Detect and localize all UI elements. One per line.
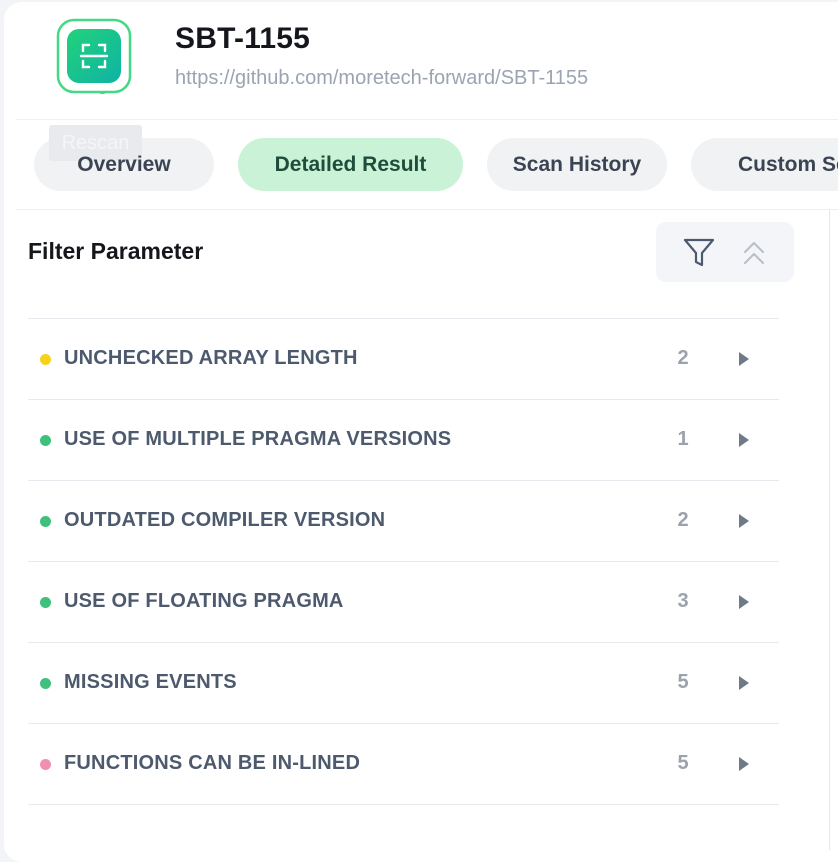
panel-divider bbox=[829, 210, 830, 850]
chevron-right-icon[interactable] bbox=[739, 514, 749, 528]
issue-count: 1 bbox=[677, 428, 689, 450]
issue-count: 2 bbox=[677, 509, 689, 531]
filter-toolbar bbox=[656, 222, 794, 282]
issue-name: USE OF MULTIPLE PRAGMA VERSIONS bbox=[64, 428, 452, 450]
scan-frame-icon bbox=[56, 18, 132, 102]
issue-list: UNCHECKED ARRAY LENGTH 2 USE OF MULTIPLE… bbox=[28, 318, 779, 805]
issue-row[interactable]: OUTDATED COMPILER VERSION 2 bbox=[28, 480, 779, 561]
severity-dot bbox=[40, 354, 51, 365]
issue-row[interactable]: MISSING EVENTS 5 bbox=[28, 642, 779, 723]
tab-scan-history[interactable]: Scan History bbox=[487, 138, 667, 191]
chevron-right-icon[interactable] bbox=[739, 352, 749, 366]
funnel-icon[interactable] bbox=[682, 235, 716, 269]
tab-label: Detailed Result bbox=[274, 153, 427, 176]
chevron-double-up-icon[interactable] bbox=[742, 239, 766, 267]
tabs-divider bbox=[16, 209, 838, 210]
chevron-right-icon[interactable] bbox=[739, 676, 749, 690]
issue-row[interactable]: UNCHECKED ARRAY LENGTH 2 bbox=[28, 318, 779, 399]
severity-dot bbox=[40, 759, 51, 770]
issue-name: UNCHECKED ARRAY LENGTH bbox=[64, 347, 358, 369]
severity-dot bbox=[40, 435, 51, 446]
issue-name: OUTDATED COMPILER VERSION bbox=[64, 509, 386, 531]
chevron-right-icon[interactable] bbox=[739, 433, 749, 447]
issue-count: 3 bbox=[677, 590, 689, 612]
severity-dot bbox=[40, 678, 51, 689]
issue-name: USE OF FLOATING PRAGMA bbox=[64, 590, 344, 612]
header-divider bbox=[16, 119, 838, 120]
tab-custom-scan[interactable]: Custom Sc bbox=[691, 138, 838, 191]
tab-detailed-result[interactable]: Detailed Result bbox=[238, 138, 463, 191]
issue-count: 5 bbox=[677, 752, 689, 774]
filter-title: Filter Parameter bbox=[28, 238, 204, 264]
issue-row[interactable]: USE OF FLOATING PRAGMA 3 bbox=[28, 561, 779, 642]
project-title: SBT-1155 bbox=[175, 22, 311, 55]
issue-count: 5 bbox=[677, 671, 689, 693]
issue-name: MISSING EVENTS bbox=[64, 671, 237, 693]
issue-row[interactable]: FUNCTIONS CAN BE IN-LINED 5 bbox=[28, 723, 779, 805]
project-repo-link[interactable]: https://github.com/moretech-forward/SBT-… bbox=[175, 67, 588, 90]
issue-row[interactable]: USE OF MULTIPLE PRAGMA VERSIONS 1 bbox=[28, 399, 779, 480]
severity-dot bbox=[40, 597, 51, 608]
issue-name: FUNCTIONS CAN BE IN-LINED bbox=[64, 752, 361, 774]
tab-label: Overview bbox=[77, 153, 171, 176]
issue-count: 2 bbox=[677, 347, 689, 369]
chevron-right-icon[interactable] bbox=[739, 757, 749, 771]
severity-dot bbox=[40, 516, 51, 527]
tab-label: Scan History bbox=[512, 153, 642, 176]
chevron-right-icon[interactable] bbox=[739, 595, 749, 609]
tab-label: Custom Sc bbox=[738, 153, 838, 176]
